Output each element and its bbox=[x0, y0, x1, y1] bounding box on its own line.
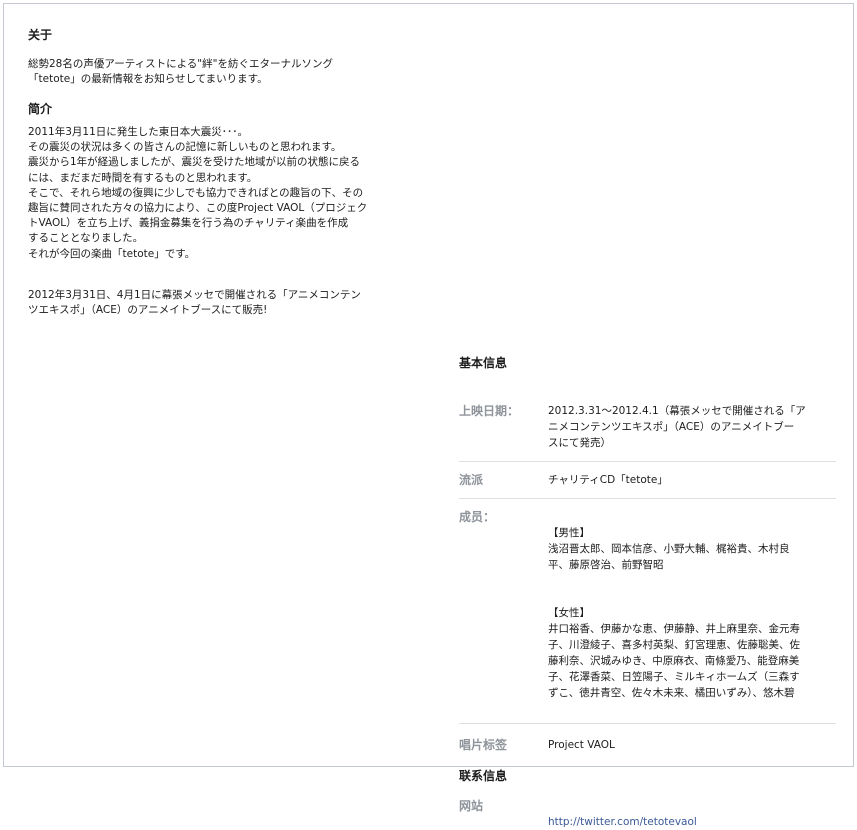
website-row: 网站 http://twitter.com/tetotevaol bbox=[459, 785, 836, 830]
members-value: 【男性】 浅沼晋太郎、岡本信彦、小野大輔、梶裕貴、木村良 平、藤原啓治、前野智昭… bbox=[548, 509, 836, 717]
female-members: 【女性】 井口裕香、伊藤かな恵、伊藤静、井上麻里奈、金元寿 子、川澄綾子、喜多村… bbox=[548, 607, 800, 699]
genre-label: 流派 bbox=[459, 473, 484, 487]
about-description: 総勢28名の声優アーティストによる"絆"を紡ぐエターナルソング 「tetote」… bbox=[28, 58, 333, 86]
male-members: 【男性】 浅沼晋太郎、岡本信彦、小野大輔、梶裕貴、木村良 平、藤原啓治、前野智昭 bbox=[548, 527, 790, 571]
contact-heading: 联系信息 bbox=[459, 769, 508, 783]
record-label-row: 唱片标签 Project VAOL bbox=[459, 724, 836, 753]
intro-heading: 简介 bbox=[28, 102, 53, 116]
website-label: 网站 bbox=[459, 799, 484, 813]
intro-body: 2011年3月11日に発生した東日本大震災･･･。 その震災の状況は多くの皆さん… bbox=[28, 126, 368, 260]
release-date-label: 上映日期： bbox=[459, 404, 520, 418]
genre-value: チャリティCD「tetote」 bbox=[548, 474, 668, 486]
basic-info-heading: 基本信息 bbox=[459, 356, 508, 370]
genre-row: 流派 チャリティCD「tetote」 bbox=[459, 462, 836, 499]
website-link[interactable]: http://twitter.com/tetotevaol bbox=[548, 816, 697, 828]
about-heading: 关于 bbox=[28, 28, 53, 42]
release-date-value: 2012.3.31〜2012.4.1（幕張メッセで開催される「ア ニメコンテンツ… bbox=[548, 405, 806, 449]
members-label: 成员： bbox=[459, 510, 496, 524]
basic-info-section: 基本信息 上映日期： 2012.3.31〜2012.4.1（幕張メッセで開催され… bbox=[459, 354, 836, 830]
about-panel: 关于 総勢28名の声優アーティストによる"絆"を紡ぐエターナルソング 「teto… bbox=[3, 3, 854, 828]
release-date-row: 上映日期： 2012.3.31〜2012.4.1（幕張メッセで開催される「ア ニ… bbox=[459, 372, 836, 462]
record-label-label: 唱片标签 bbox=[459, 738, 508, 752]
website-value: http://twitter.com/tetotevaol bbox=[548, 798, 836, 830]
record-label-value: Project VAOL bbox=[548, 739, 615, 751]
members-row: 成员： 【男性】 浅沼晋太郎、岡本信彦、小野大輔、梶裕貴、木村良 平、藤原啓治、… bbox=[459, 499, 836, 724]
sale-announcement: 2012年3月31日、4月1日に幕張メッセで開催される「アニメコンテン ツエキス… bbox=[28, 289, 361, 317]
